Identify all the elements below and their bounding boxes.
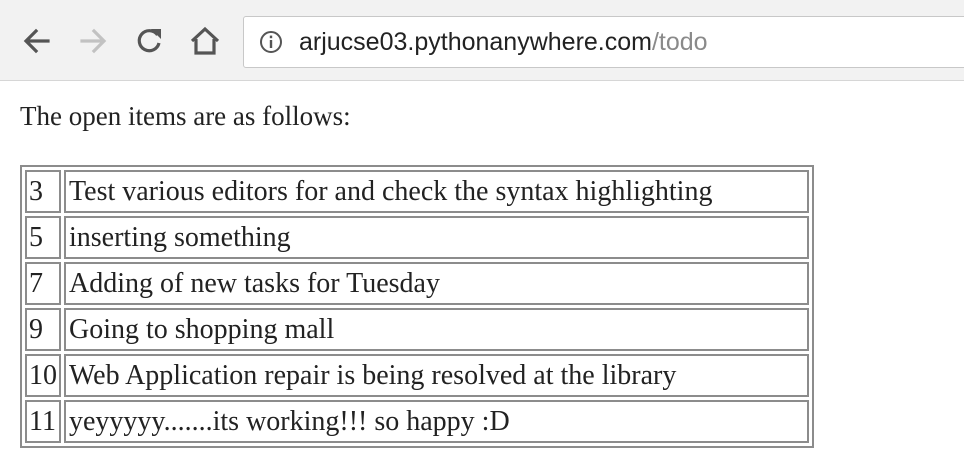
todo-task-cell: Adding of new tasks for Tuesday	[64, 262, 809, 305]
todo-task-cell: inserting something	[64, 216, 809, 259]
table-row: 9 Going to shopping mall	[25, 308, 809, 351]
info-circle-icon[interactable]	[259, 30, 283, 54]
url-path: /todo	[651, 28, 708, 56]
back-button[interactable]	[20, 24, 54, 58]
todo-task-cell: Going to shopping mall	[64, 308, 809, 351]
todo-id-cell: 5	[25, 216, 61, 259]
todo-table: 3 Test various editors for and check the…	[20, 165, 814, 448]
page-content: The open items are as follows: 3 Test va…	[0, 81, 964, 462]
reload-button[interactable]	[132, 24, 166, 58]
forward-button[interactable]	[76, 24, 110, 58]
todo-id-cell: 3	[25, 170, 61, 213]
table-row: 7 Adding of new tasks for Tuesday	[25, 262, 809, 305]
arrow-left-icon	[23, 28, 50, 54]
todo-task-cell: Test various editors for and check the s…	[64, 170, 809, 213]
address-bar[interactable]: arjucse03.pythonanywhere.com/todo	[243, 16, 964, 68]
table-row: 10 Web Application repair is being resol…	[25, 354, 809, 397]
arrow-right-icon	[80, 28, 107, 54]
todo-id-cell: 11	[25, 400, 61, 443]
todo-task-cell: yeyyyyy.......its working!!! so happy :D	[64, 400, 809, 443]
url-host: arjucse03.pythonanywhere.com	[299, 28, 652, 56]
url-text[interactable]: arjucse03.pythonanywhere.com/todo	[299, 28, 708, 56]
table-row: 5 inserting something	[25, 216, 809, 259]
todo-task-cell: Web Application repair is being resolved…	[64, 354, 809, 397]
browser-toolbar: arjucse03.pythonanywhere.com/todo	[0, 0, 964, 81]
table-row: 11 yeyyyyy.......its working!!! so happy…	[25, 400, 809, 443]
home-icon	[190, 26, 220, 55]
reload-icon	[137, 29, 161, 53]
intro-text: The open items are as follows:	[20, 101, 351, 131]
todo-id-cell: 7	[25, 262, 61, 305]
todo-id-cell: 10	[25, 354, 61, 397]
table-row: 3 Test various editors for and check the…	[25, 170, 809, 213]
home-button[interactable]	[188, 24, 222, 58]
todo-id-cell: 9	[25, 308, 61, 351]
